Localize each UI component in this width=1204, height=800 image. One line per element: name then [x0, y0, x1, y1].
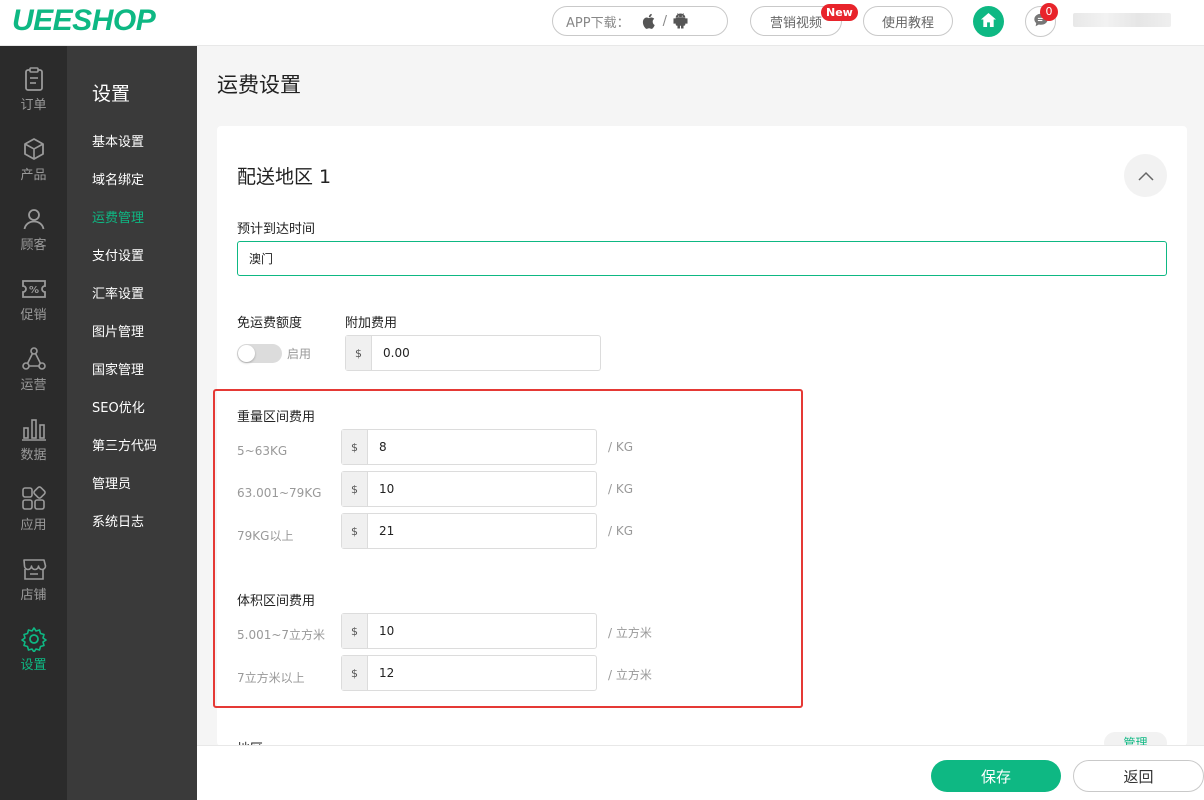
free-shipping-label: 免运费额度: [237, 316, 303, 331]
submenu-item-payment[interactable]: 支付设置: [92, 245, 144, 264]
arrival-time-label: 预计到达时间: [237, 222, 316, 237]
chevron-up-icon: [1137, 166, 1154, 185]
rail-item-settings[interactable]: 设置: [0, 626, 67, 686]
range-fees-highlight-box: [213, 389, 803, 708]
rail-label: 订单: [20, 98, 47, 113]
box-icon: [23, 138, 44, 160]
submenu-item-admins[interactable]: 管理员: [92, 473, 131, 492]
submenu-item-countries[interactable]: 国家管理: [92, 359, 144, 378]
app-download-pill[interactable]: APP下载： /: [552, 6, 728, 36]
toggle-enable-text: 启用: [287, 347, 312, 361]
submenu-item-images[interactable]: 图片管理: [92, 321, 144, 340]
gear-icon: [20, 627, 47, 652]
rail-item-operations[interactable]: 运营: [0, 346, 67, 406]
rail-item-apps[interactable]: 应用: [0, 486, 67, 546]
user-icon: [23, 209, 44, 230]
rail-label: 促销: [20, 308, 47, 323]
submenu-item-system-log[interactable]: 系统日志: [92, 511, 144, 530]
collapse-button[interactable]: [1124, 154, 1167, 197]
store-icon: [22, 559, 46, 580]
android-icon[interactable]: [673, 13, 688, 29]
page-title: 运费设置: [217, 73, 301, 97]
clipboard-icon: [24, 67, 43, 91]
home-button[interactable]: [973, 6, 1004, 37]
rail-label: 数据: [20, 448, 47, 463]
save-button[interactable]: 保存: [931, 760, 1061, 792]
arrival-time-input[interactable]: [237, 241, 1167, 276]
submenu-item-basic[interactable]: 基本设置: [92, 131, 144, 150]
rail-label: 设置: [20, 658, 47, 673]
rail-item-store[interactable]: 店铺: [0, 556, 67, 616]
bar-chart-icon: [21, 419, 46, 441]
new-badge: New: [821, 4, 858, 21]
rail-label: 产品: [20, 168, 47, 183]
toggle-knob: [238, 345, 255, 362]
os-separator: /: [662, 13, 667, 29]
submenu-title: 设置: [92, 83, 131, 105]
main-nav-rail: 订单 产品 顾客 % 促销 运营 数据 应用 店铺 设置: [0, 46, 67, 800]
user-account-name[interactable]: [1073, 13, 1171, 27]
apple-icon[interactable]: [642, 13, 657, 29]
rail-label: 店铺: [20, 588, 47, 603]
top-header: UEESHOP APP下载： / 营销视频 New 使用教程 0: [0, 0, 1204, 46]
rail-label: 运营: [20, 378, 47, 393]
rail-label: 顾客: [20, 238, 47, 253]
rail-item-customers[interactable]: 顾客: [0, 206, 67, 266]
message-count-badge: 0: [1040, 3, 1058, 21]
extra-fee-input[interactable]: $ 0.00: [345, 335, 601, 371]
rail-item-promotions[interactable]: % 促销: [0, 276, 67, 336]
home-icon: [980, 12, 997, 32]
apps-icon: [21, 486, 46, 510]
back-button[interactable]: 返回: [1073, 760, 1204, 792]
app-download-label: APP下载：: [566, 15, 630, 31]
manage-regions-link[interactable]: 管理: [1104, 732, 1167, 746]
zone-title: 配送地区 1: [237, 166, 332, 188]
rail-label: 应用: [20, 518, 47, 533]
submenu-item-exchange-rate[interactable]: 汇率设置: [92, 283, 144, 302]
percent-ticket-icon: %: [21, 280, 46, 298]
tutorial-button[interactable]: 使用教程: [863, 6, 953, 36]
submenu-item-domain[interactable]: 域名绑定: [92, 169, 144, 188]
free-shipping-toggle[interactable]: [237, 344, 282, 363]
rail-item-data[interactable]: 数据: [0, 416, 67, 476]
currency-symbol: $: [346, 336, 372, 370]
submenu-item-seo[interactable]: SEO优化: [92, 397, 145, 416]
submenu-item-third-party-code[interactable]: 第三方代码: [92, 435, 157, 454]
share-nodes-icon: [21, 347, 46, 370]
svg-text:%: %: [28, 285, 38, 296]
ueeshop-logo[interactable]: UEESHOP: [12, 4, 156, 38]
extra-fee-label: 附加费用: [345, 316, 398, 331]
rail-item-products[interactable]: 产品: [0, 136, 67, 196]
submenu-item-shipping[interactable]: 运费管理: [92, 207, 144, 226]
settings-submenu: 设置 基本设置 域名绑定 运费管理 支付设置 汇率设置 图片管理 国家管理 SE…: [67, 46, 197, 800]
extra-fee-value: 0.00: [383, 346, 410, 360]
rail-item-orders[interactable]: 订单: [0, 66, 67, 126]
